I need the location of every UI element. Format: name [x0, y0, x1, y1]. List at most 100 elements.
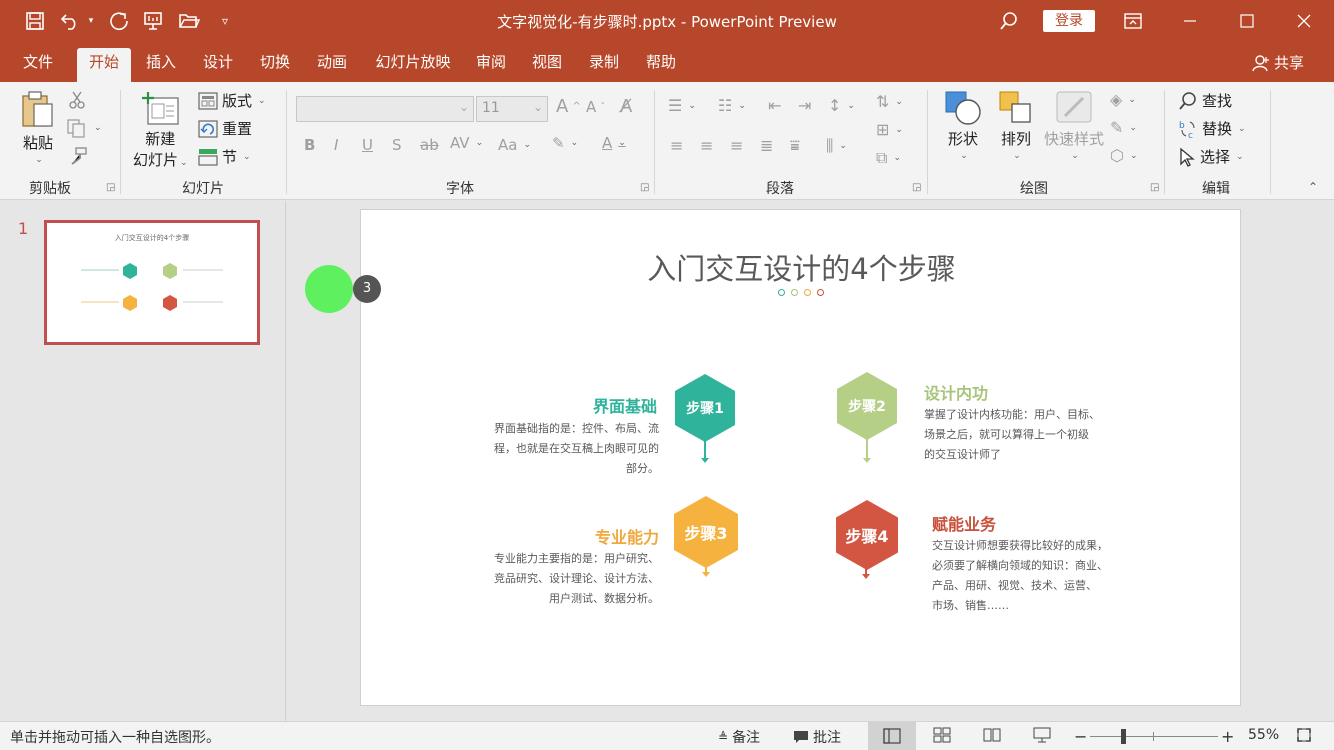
- search-icon[interactable]: [994, 6, 1024, 36]
- shape-outline-icon[interactable]: ✎ ⌄: [1110, 118, 1137, 137]
- step-badge[interactable]: 步骤2: [837, 372, 897, 440]
- clipboard-launcher-icon[interactable]: ◲: [106, 182, 115, 193]
- increase-indent-icon[interactable]: ⇥: [798, 96, 811, 115]
- grow-font-icon[interactable]: A ^: [556, 96, 581, 117]
- tab-animations[interactable]: 动画: [311, 48, 353, 82]
- tab-review[interactable]: 审阅: [470, 48, 512, 82]
- align-center-icon[interactable]: ≡: [700, 136, 713, 155]
- maximize-icon[interactable]: [1232, 6, 1262, 36]
- undo-dropdown-icon[interactable]: ▾: [84, 8, 98, 34]
- align-text-icon[interactable]: ⊞ ⌄: [876, 120, 903, 139]
- underline-icon[interactable]: U: [362, 136, 373, 154]
- slide-title[interactable]: 入门交互设计的4个步骤: [361, 246, 1242, 288]
- quick-styles-button[interactable]: 快速样式 ⌄: [1044, 90, 1104, 161]
- login-button[interactable]: 登录: [1043, 10, 1095, 32]
- comments-button[interactable]: 批注: [793, 727, 841, 747]
- redo-icon[interactable]: [106, 8, 132, 34]
- tab-transitions[interactable]: 切换: [254, 48, 296, 82]
- font-color-icon[interactable]: A ⌄: [602, 134, 626, 152]
- section-button[interactable]: 节 ⌄: [198, 146, 251, 167]
- paragraph-launcher-icon[interactable]: ◲: [912, 182, 921, 193]
- bullets-icon[interactable]: ☰ ⌄: [668, 96, 696, 115]
- undo-icon[interactable]: [58, 8, 84, 34]
- notes-button[interactable]: ≜ 备注: [718, 727, 760, 747]
- tab-design[interactable]: 设计: [197, 48, 239, 82]
- fit-slide-button[interactable]: [1296, 727, 1312, 743]
- minimize-icon[interactable]: [1175, 6, 1205, 36]
- zoom-in-button[interactable]: +: [1221, 727, 1234, 746]
- arrange-button[interactable]: 排列 ⌄: [998, 90, 1034, 161]
- slide-sorter-button[interactable]: [933, 727, 951, 743]
- step-heading[interactable]: 设计内功: [924, 380, 988, 404]
- text-direction-icon[interactable]: ⇅ ⌄: [876, 92, 903, 111]
- zoom-out-button[interactable]: −: [1074, 727, 1087, 746]
- tab-home[interactable]: 开始: [77, 48, 131, 82]
- close-icon[interactable]: [1289, 6, 1319, 36]
- strikethrough-icon[interactable]: ab: [420, 136, 439, 154]
- share-button[interactable]: 共享: [1252, 52, 1304, 73]
- columns-icon[interactable]: ⫼ ⌄: [826, 136, 847, 156]
- align-right-icon[interactable]: ≡: [730, 136, 743, 155]
- zoom-slider-track[interactable]: [1090, 736, 1218, 737]
- zoom-percent[interactable]: 55%: [1248, 727, 1279, 743]
- distributed-icon[interactable]: ⩸: [790, 136, 800, 156]
- open-icon[interactable]: [176, 8, 202, 34]
- ribbon-display-icon[interactable]: [1118, 6, 1148, 36]
- change-case-icon[interactable]: Aa ⌄: [498, 136, 531, 154]
- reading-view-button[interactable]: [983, 727, 1001, 743]
- shape-fill-icon[interactable]: ◈ ⌄: [1110, 90, 1136, 109]
- step-badge[interactable]: 步骤4: [836, 500, 898, 570]
- replace-button[interactable]: bc 替换 ⌄: [1178, 118, 1246, 139]
- tab-record[interactable]: 录制: [583, 48, 625, 82]
- numbering-icon[interactable]: ☷ ⌄: [718, 96, 746, 115]
- decrease-indent-icon[interactable]: ⇤: [768, 96, 781, 115]
- customize-icon[interactable]: ▿: [212, 8, 238, 34]
- shapes-button[interactable]: 形状 ⌄: [944, 90, 982, 161]
- step-badge[interactable]: 步骤1: [675, 374, 735, 442]
- new-slide-button[interactable]: 新建 幻灯片 ⌄: [133, 90, 188, 170]
- shadow-icon[interactable]: S: [392, 136, 402, 154]
- clear-formatting-icon[interactable]: A̸: [620, 96, 632, 117]
- step-description[interactable]: 掌握了设计内核功能：用户、目标、 场景之后，就可以算得上一个初级 的交互设计师了: [924, 405, 1124, 465]
- align-left-icon[interactable]: ≡: [670, 136, 683, 155]
- step-heading[interactable]: 界面基础: [557, 393, 657, 417]
- step-description[interactable]: 交互设计师想要获得比较好的成果， 必须要了解横向领域的知识：商业、 产品、用研、…: [932, 536, 1142, 616]
- tab-view[interactable]: 视图: [526, 48, 568, 82]
- font-size-combo[interactable]: 11 ⌄: [476, 96, 548, 122]
- highlight-icon[interactable]: ✎ ⌄: [552, 134, 578, 152]
- step-description[interactable]: 专业能力主要指的是：用户研究、 竞品研究、设计理论、设计方法、 用户测试、数据分…: [471, 549, 659, 609]
- italic-icon[interactable]: I: [334, 136, 338, 154]
- slide-canvas[interactable]: 入门交互设计的4个步骤 步骤1 界面基础 界面基础指的是：控件、布局、流 程，也…: [360, 209, 1241, 706]
- font-launcher-icon[interactable]: ◲: [640, 182, 649, 193]
- present-icon[interactable]: [140, 8, 166, 34]
- bold-icon[interactable]: B: [304, 136, 315, 154]
- shrink-font-icon[interactable]: Aˇ: [586, 98, 605, 116]
- layout-button[interactable]: 版式 ⌄: [198, 90, 266, 111]
- slide-thumbnail[interactable]: 入门交互设计的4个步骤: [44, 220, 260, 345]
- shape-effects-icon[interactable]: ⬡ ⌄: [1110, 146, 1138, 165]
- slideshow-button[interactable]: [1033, 727, 1051, 743]
- normal-view-button[interactable]: [868, 722, 916, 750]
- step-badge[interactable]: 步骤3: [674, 496, 738, 568]
- char-spacing-icon[interactable]: AV ⌄: [450, 134, 483, 152]
- tab-slideshow[interactable]: 幻灯片放映: [368, 48, 458, 82]
- step-heading[interactable]: 专业能力: [559, 524, 659, 548]
- copy-button[interactable]: ⌄: [66, 118, 102, 138]
- tab-help[interactable]: 帮助: [640, 48, 682, 82]
- justify-icon[interactable]: ≣: [760, 136, 773, 155]
- collapse-ribbon-icon[interactable]: ⌃: [1308, 180, 1318, 194]
- save-icon[interactable]: [22, 8, 48, 34]
- zoom-slider-thumb[interactable]: [1121, 729, 1126, 744]
- tab-file[interactable]: 文件: [18, 48, 58, 82]
- format-painter-button[interactable]: [68, 146, 88, 166]
- step-heading[interactable]: 赋能业务: [932, 511, 996, 535]
- drawing-launcher-icon[interactable]: ◲: [1150, 182, 1159, 193]
- convert-smartart-icon[interactable]: ⧉ ⌄: [876, 148, 901, 168]
- reset-button[interactable]: 重置: [198, 118, 252, 139]
- step-description[interactable]: 界面基础指的是：控件、布局、流 程，也就是在交互稿上肉眼可见的 部分。: [471, 419, 659, 479]
- tab-insert[interactable]: 插入: [140, 48, 182, 82]
- font-name-combo[interactable]: ⌄: [296, 96, 474, 122]
- cut-button[interactable]: [68, 90, 86, 110]
- line-spacing-icon[interactable]: ↕ ⌄: [828, 96, 855, 115]
- find-button[interactable]: 查找: [1178, 90, 1232, 111]
